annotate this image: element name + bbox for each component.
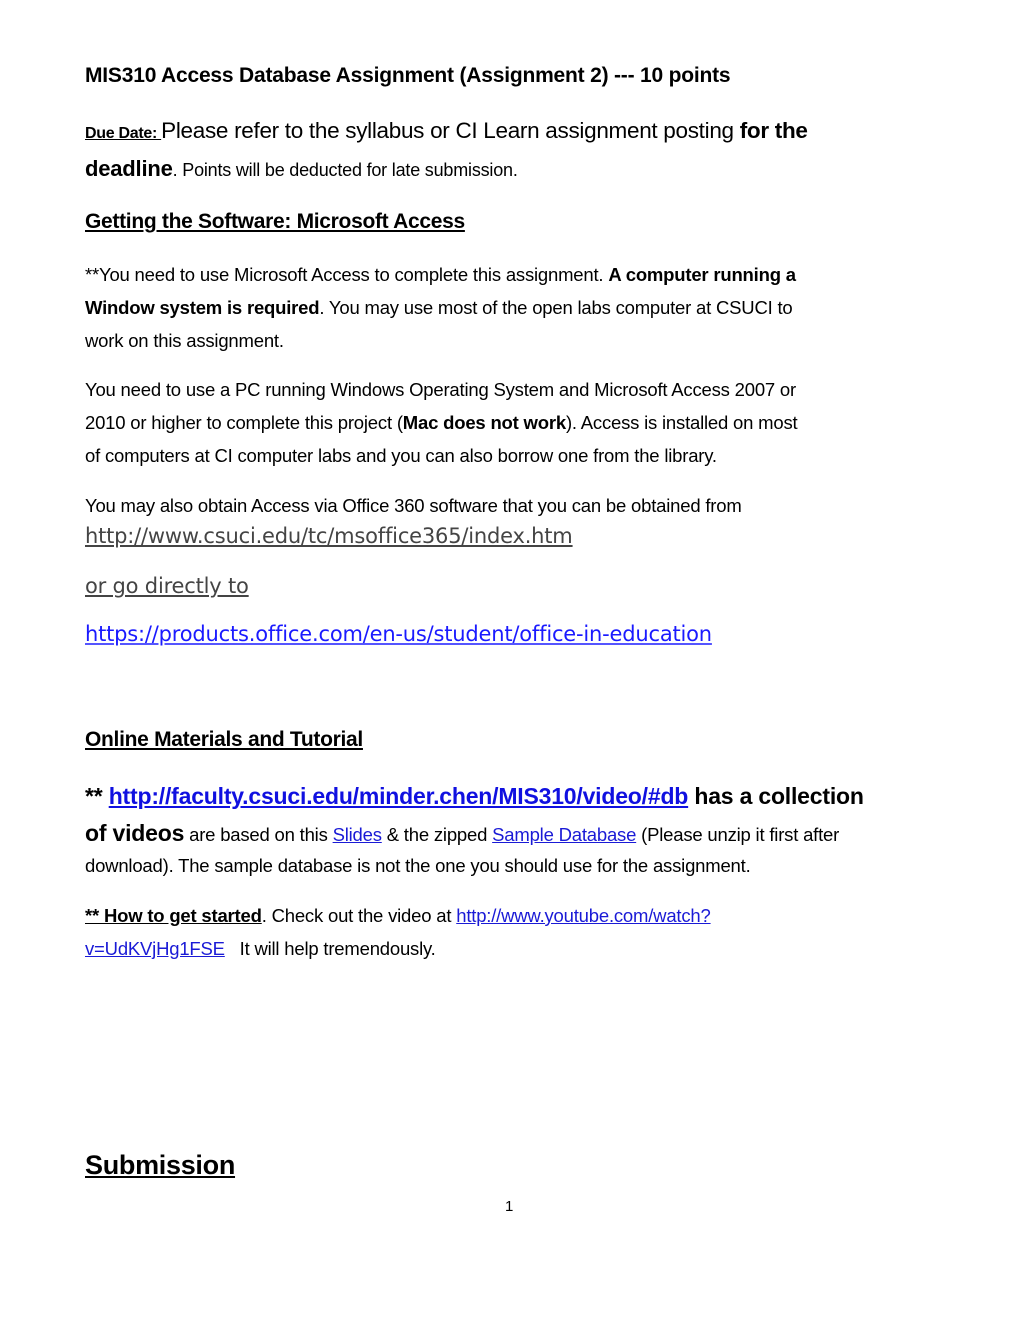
section-heading-online-materials: Online Materials and Tutorial	[85, 728, 363, 751]
paragraph-get-started: ** How to get started. Check out the vid…	[85, 900, 711, 966]
paragraph-office365: You may also obtain Access via Office 36…	[85, 495, 742, 516]
stars: **	[85, 783, 109, 809]
slides-link[interactable]: Slides	[333, 824, 382, 845]
text: are based on this	[184, 824, 333, 845]
bold-text: has a collection	[688, 783, 864, 809]
section-heading-software: Getting the Software: Microsoft Access	[85, 210, 465, 233]
late-submission-note: . Points will be deducted for late submi…	[172, 160, 518, 180]
paragraph-videos: ** http://faculty.csuci.edu/minder.chen/…	[85, 780, 864, 883]
text: work on this assignment.	[85, 330, 284, 351]
msoffice365-link[interactable]: http://www.csuci.edu/tc/msoffice365/inde…	[85, 524, 573, 548]
text: **You need to use Microsoft Access to co…	[85, 264, 609, 285]
due-date-label: Due Date:	[85, 125, 162, 142]
document-title: MIS310 Access Database Assignment (Assig…	[85, 64, 731, 87]
due-date-bold: for the	[739, 118, 808, 143]
due-date-line-2: deadline. Points will be deducted for la…	[85, 156, 518, 182]
mac-does-not-work: Mac does not work	[402, 412, 566, 433]
paragraph-requirement: **You need to use Microsoft Access to co…	[85, 259, 796, 358]
bold-text: of videos	[85, 820, 185, 846]
text: & the zipped	[381, 824, 493, 845]
text: . Check out the video at	[261, 905, 457, 926]
deadline-bold: deadline	[85, 156, 173, 181]
due-date-text: Please refer to the syllabus or CI Learn…	[161, 118, 740, 143]
text: . You may use most of the open labs comp…	[319, 297, 793, 318]
page-number: 1	[505, 1198, 514, 1215]
or-go-directly-link[interactable]: or go directly to	[85, 574, 249, 598]
text: It will help tremendously.	[224, 938, 436, 959]
youtube-link[interactable]: http://www.youtube.com/watch?	[456, 905, 711, 926]
text: download). The sample database is not th…	[85, 855, 751, 876]
faculty-video-link[interactable]: http://faculty.csuci.edu/minder.chen/MIS…	[109, 783, 689, 809]
text: of computers at CI computer labs and you…	[85, 445, 717, 466]
text: ). Access is installed on most	[565, 412, 798, 433]
section-heading-submission: Submission	[85, 1150, 236, 1180]
text: You need to use a PC running Windows Ope…	[85, 379, 796, 400]
paragraph-pc-requirement: You need to use a PC running Windows Ope…	[85, 374, 798, 473]
youtube-link-continued[interactable]: v=UdKVjHg1FSE	[85, 938, 225, 959]
bold-text: A computer running a	[608, 264, 796, 285]
due-date-line: Due Date: Please refer to the syllabus o…	[85, 118, 808, 144]
sample-database-link[interactable]: Sample Database	[492, 824, 636, 845]
bold-text: Window system is required	[85, 297, 320, 318]
office-in-education-link[interactable]: https://products.office.com/en-us/studen…	[85, 622, 712, 646]
text: 2010 or higher to complete this project …	[85, 412, 403, 433]
how-to-get-started-label: ** How to get started	[85, 905, 262, 926]
text: (Please unzip it first after	[636, 824, 840, 845]
